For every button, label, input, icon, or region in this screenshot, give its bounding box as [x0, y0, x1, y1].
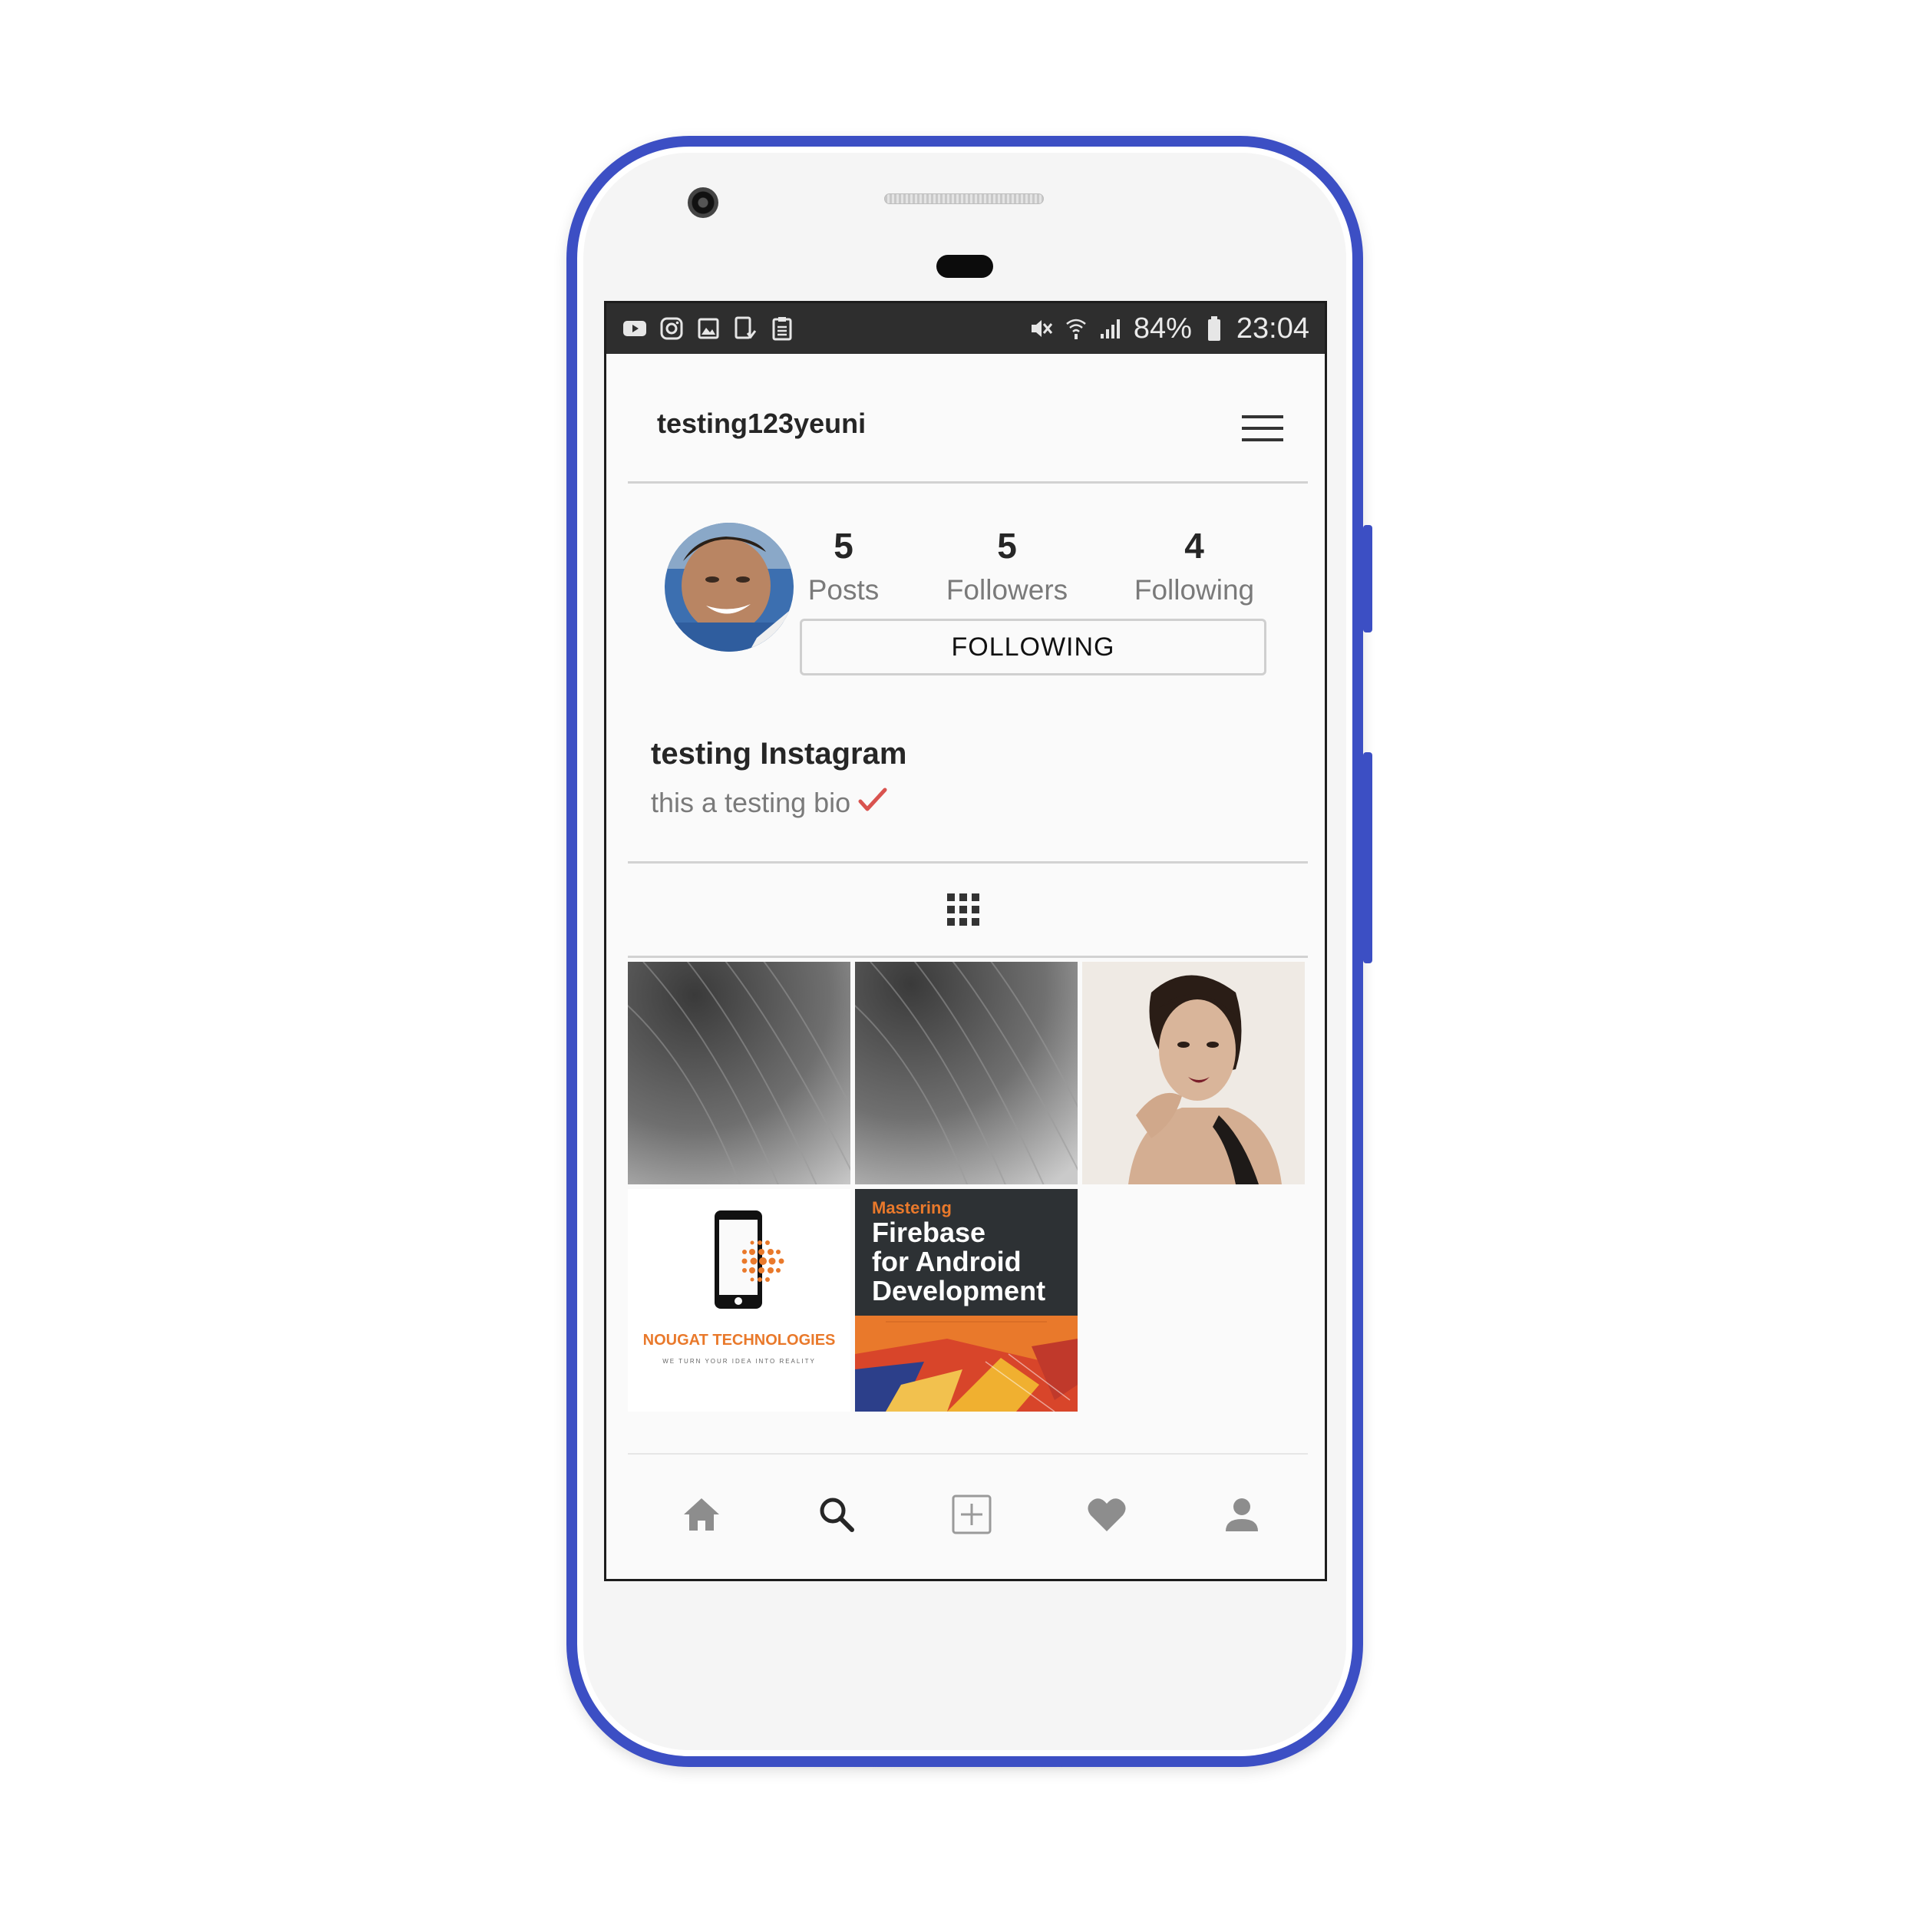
posts-stat: 5 Posts [759, 528, 928, 606]
battery-icon [1201, 315, 1227, 342]
hamburger-menu-icon[interactable] [1242, 414, 1283, 443]
profile-username: testing123yeuni [657, 408, 867, 439]
bottom-navigation [606, 1453, 1325, 1579]
following-button[interactable]: FOLLOWING [800, 619, 1266, 675]
profile-icon[interactable] [1211, 1484, 1273, 1545]
post-thumbnail[interactable] [855, 962, 1078, 1184]
bio-text: this a testing bio [651, 787, 851, 818]
signal-icon [1098, 315, 1124, 342]
clipboard-icon [769, 315, 795, 342]
book-title-line: Firebase [872, 1217, 986, 1248]
grid-icon[interactable] [946, 892, 981, 927]
youtube-icon [622, 315, 648, 342]
post-thumbnail[interactable] [628, 962, 850, 1184]
following-stat[interactable]: 4 Following [1110, 528, 1279, 606]
device-icon [732, 315, 758, 342]
book-subtitle: Mastering [872, 1198, 952, 1217]
posts-label: Posts [807, 574, 880, 606]
profile-bio: this a testing bio [651, 787, 887, 819]
earpiece-speaker [884, 193, 1044, 204]
battery-percent: 84% [1133, 312, 1192, 345]
front-camera [688, 187, 718, 218]
logo-tagline: WE TURN YOUR IDEA INTO REALITY [662, 1358, 816, 1365]
instagram-icon [659, 315, 685, 342]
post-thumbnail[interactable]: NOUGAT TECHNOLOGIES WE TURN YOUR IDEA IN… [628, 1189, 850, 1412]
followers-label: Followers [946, 574, 1068, 606]
followers-stat[interactable]: 5 Followers [923, 528, 1091, 606]
clock: 23:04 [1236, 312, 1309, 345]
bio-divider [628, 861, 1308, 864]
following-count: 4 [1184, 526, 1204, 566]
following-label: Following [1134, 574, 1255, 606]
checkmark-icon [858, 787, 887, 819]
system-status: 84% 23:04 [1028, 312, 1309, 345]
posts-count: 5 [834, 526, 853, 566]
post-thumbnail[interactable]: Mastering Firebase for Android Developme… [855, 1189, 1078, 1412]
header-divider [628, 481, 1308, 484]
proximity-sensor [936, 255, 993, 278]
home-icon[interactable] [671, 1484, 732, 1545]
book-cover-art [855, 1316, 1078, 1412]
power-button [1363, 525, 1372, 632]
book-title-line: for Android [872, 1246, 1022, 1277]
volume-button [1363, 752, 1372, 963]
add-post-icon[interactable] [941, 1484, 1002, 1545]
book-title-line: Development [872, 1275, 1046, 1306]
notification-icons [622, 315, 795, 342]
profile-header: testing123yeuni [606, 354, 1325, 466]
logo-title: NOUGAT TECHNOLOGIES [642, 1332, 836, 1349]
gallery-icon [695, 315, 721, 342]
grid-divider [628, 956, 1308, 958]
status-bar: 84% 23:04 [606, 303, 1325, 354]
search-icon[interactable] [806, 1484, 867, 1545]
heart-icon[interactable] [1076, 1484, 1137, 1545]
app-screen: 84% 23:04 testing123yeuni 5 Posts 5 Foll… [604, 301, 1327, 1581]
mute-icon [1028, 315, 1054, 342]
followers-count: 5 [997, 526, 1017, 566]
post-thumbnail[interactable] [1082, 962, 1305, 1184]
wifi-icon [1063, 315, 1089, 342]
profile-display-name: testing Instagram [651, 737, 907, 771]
